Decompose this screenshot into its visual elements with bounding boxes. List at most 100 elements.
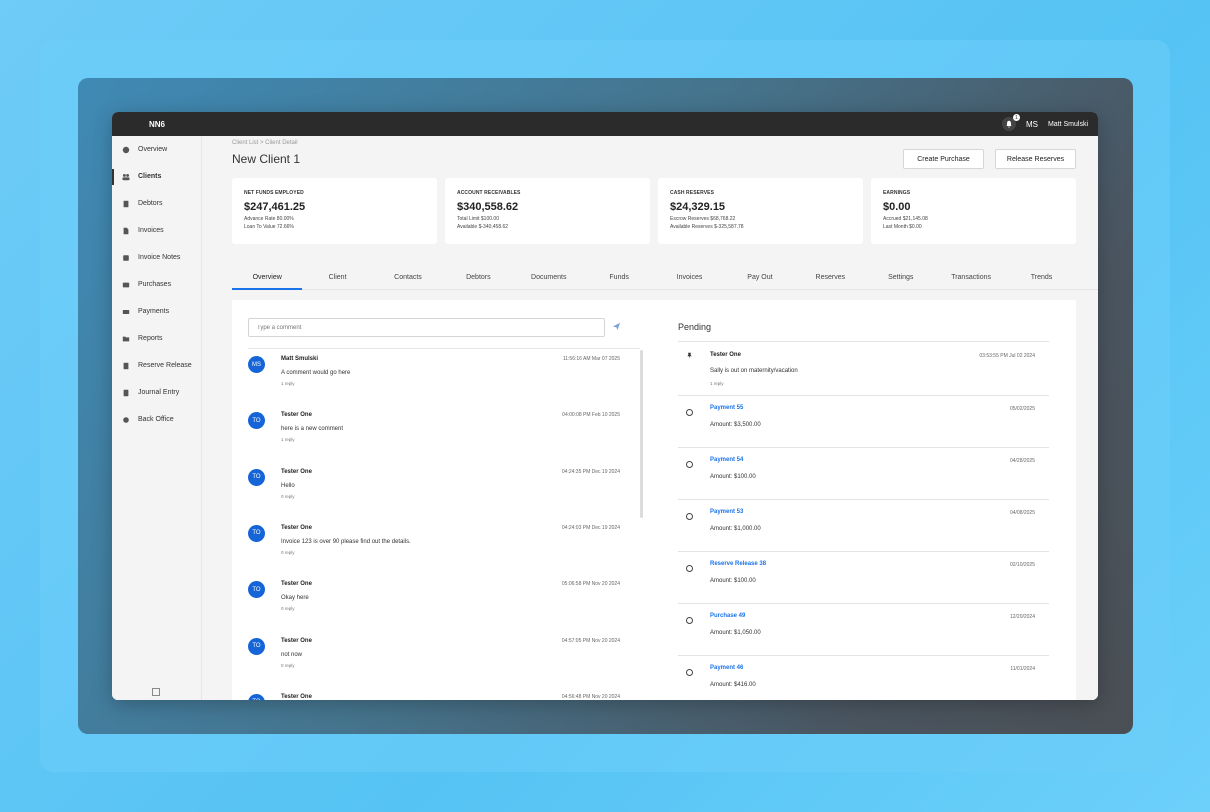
document-icon xyxy=(123,227,129,234)
avatar[interactable]: TO xyxy=(248,693,265,700)
sidebar-item-clients[interactable]: Clients xyxy=(112,163,201,190)
select-radio[interactable] xyxy=(686,669,693,676)
avatar[interactable]: MS xyxy=(248,356,265,373)
sidebar-item-label: Debtors xyxy=(138,200,163,207)
avatar[interactable]: TO xyxy=(248,468,265,486)
pending-item-link[interactable]: Purchase 49 xyxy=(710,613,745,619)
comment-item: TO Tester One 04:24:03 PM Dec 19 2024 Invoi… xyxy=(248,521,620,569)
pending-item[interactable]: Purchase 49 12/20/2024 Amount: $1,050.00 xyxy=(678,604,1049,656)
cash-reserves-card: CASH RESERVES $24,329.15 Escrow Reserves… xyxy=(658,178,863,244)
avatar[interactable]: TO xyxy=(248,412,265,430)
create-purchase-button[interactable]: Create Purchase xyxy=(903,149,984,169)
tab-pay-out[interactable]: Pay Out xyxy=(725,270,795,289)
select-radio[interactable] xyxy=(686,461,693,468)
note-author: Tester One xyxy=(710,352,741,358)
tab-transactions[interactable]: Transactions xyxy=(936,270,1006,289)
comment-reply-count[interactable]: 1 reply xyxy=(281,381,295,386)
pending-item-date: 02/10/2025 xyxy=(1009,562,1035,568)
release-reserves-button[interactable]: Release Reserves xyxy=(995,149,1076,169)
comments-scrollbar[interactable] xyxy=(640,350,643,518)
pending-item-link[interactable]: Payment 54 xyxy=(710,457,743,463)
select-radio[interactable] xyxy=(686,617,693,624)
tab-settings[interactable]: Settings xyxy=(866,270,936,289)
select-radio[interactable] xyxy=(686,513,693,520)
sidebar-item-invoice-notes[interactable]: Invoice Notes xyxy=(112,244,201,271)
tab-documents[interactable]: Documents xyxy=(514,270,584,289)
comment-text: not now xyxy=(281,651,303,658)
sidebar-item-label: Payments xyxy=(138,308,170,315)
comment-input[interactable] xyxy=(248,318,605,337)
comment-reply-count[interactable]: 0 reply xyxy=(281,606,295,611)
pending-item-date: 11/01/2024 xyxy=(1010,666,1035,672)
sidebar-item-overview[interactable]: Overview xyxy=(112,136,201,163)
app-logo[interactable]: NN6 xyxy=(149,120,165,129)
tab-invoices[interactable]: Invoices xyxy=(654,270,724,289)
card-icon xyxy=(122,309,130,314)
pending-item-link[interactable]: Reserve Release 38 xyxy=(710,561,766,567)
sidebar-item-reports[interactable]: Reports xyxy=(112,325,201,352)
comment-reply-count[interactable]: 0 reply xyxy=(281,550,295,555)
send-icon[interactable] xyxy=(612,322,621,331)
gear-icon xyxy=(123,416,129,423)
collapse-sidebar-icon[interactable] xyxy=(152,688,160,696)
note-text: Sally is out on maternity/vacation xyxy=(710,368,798,374)
user-name[interactable]: Matt Smulski xyxy=(1048,121,1088,128)
pending-item[interactable]: Payment 53 04/08/2025 Amount: $1,000.00 xyxy=(678,500,1049,552)
overview-panel: MS Matt Smulski 11:56:16 AM Mar 07 2025 A c… xyxy=(232,300,1076,700)
divider xyxy=(248,348,640,349)
comment-reply-count[interactable]: 0 reply xyxy=(281,494,295,499)
sidebar-item-label: Invoice Notes xyxy=(138,254,181,261)
pending-note[interactable]: Tester One 03:53:55 PM Jul 02 2024 Sally… xyxy=(678,343,1049,395)
pending-item[interactable]: Payment 46 11/01/2024 Amount: $416.00 xyxy=(678,656,1049,700)
notification-bell-icon[interactable]: 1 xyxy=(1001,114,1020,131)
comment-reply-count[interactable]: 1 reply xyxy=(281,437,295,442)
card-detail: Available $-340,458.62 xyxy=(457,224,509,230)
tab-reserves[interactable]: Reserves xyxy=(795,270,865,289)
pending-item[interactable]: Payment 55 05/02/2025 Amount: $3,500.00 xyxy=(678,396,1049,448)
main-content: Client List > Client Detail New Client 1… xyxy=(202,136,1098,700)
sidebar-item-purchases[interactable]: Purchases xyxy=(112,271,201,298)
tab-overview[interactable]: Overview xyxy=(232,270,303,290)
pending-item-link[interactable]: Payment 55 xyxy=(710,405,743,411)
note-reply-count[interactable]: 1 reply xyxy=(710,381,724,386)
pending-item-amount: Amount: $1,050.00 xyxy=(710,630,761,636)
comment-time: 11:56:16 AM Mar 07 2025 xyxy=(562,356,620,362)
tab-bar: Overview Client Contacts Debtors Documents Fu… xyxy=(232,270,1098,290)
pending-item-amount: Amount: $1,000.00 xyxy=(710,526,761,532)
pending-item-link[interactable]: Payment 46 xyxy=(710,665,743,671)
pending-item-amount: Amount: $416.00 xyxy=(710,682,756,688)
tab-client[interactable]: Client xyxy=(302,270,372,289)
card-detail: Loan To Value 72.66% xyxy=(244,224,294,230)
comment-time: 05:06:58 PM Nov 20 2024 xyxy=(561,581,620,588)
sidebar-item-journal-entry[interactable]: Journal Entry xyxy=(112,379,201,406)
tab-debtors[interactable]: Debtors xyxy=(443,270,513,289)
sidebar-item-back-office[interactable]: Back Office xyxy=(112,406,201,433)
breadcrumb[interactable]: Client List > Client Detail xyxy=(232,140,298,146)
tab-contacts[interactable]: Contacts xyxy=(373,270,443,289)
sidebar-item-label: Purchases xyxy=(138,281,172,288)
sidebar-item-invoices[interactable]: Invoices xyxy=(112,217,201,244)
sidebar-item-payments[interactable]: Payments xyxy=(112,298,201,325)
select-radio[interactable] xyxy=(686,409,693,416)
pending-item[interactable]: Reserve Release 38 02/10/2025 Amount: $100… xyxy=(678,552,1049,604)
tab-funds[interactable]: Funds xyxy=(584,270,654,289)
avatar[interactable]: TO xyxy=(248,581,265,599)
pending-item[interactable]: Payment 54 04/28/2025 Amount: $100.00 xyxy=(678,448,1049,500)
pending-item-link[interactable]: Payment 53 xyxy=(710,509,743,515)
sidebar-item-reserve-release[interactable]: Reserve Release xyxy=(112,352,201,379)
sidebar-item-debtors[interactable]: Debtors xyxy=(112,190,201,217)
avatar[interactable]: TO xyxy=(248,637,265,655)
avatar[interactable]: TO xyxy=(248,524,265,542)
comment-time: 04:56:48 PM Nov 20 2024 xyxy=(561,693,620,700)
tab-trends[interactable]: Trends xyxy=(1006,270,1076,289)
user-initials[interactable]: MS xyxy=(1026,120,1038,129)
select-radio[interactable] xyxy=(686,565,693,572)
comment-text: A comment would go here xyxy=(281,370,351,376)
comment-reply-count[interactable]: 0 reply xyxy=(281,663,295,668)
notification-count-badge: 1 xyxy=(1012,114,1020,121)
pin-icon[interactable] xyxy=(686,352,693,359)
pending-item-date: 04/08/2025 xyxy=(1009,510,1035,516)
card-label: NET FUNDS EMPLOYED xyxy=(244,190,304,196)
comment-author: Tester One xyxy=(281,693,312,700)
card-value: $24,329.15 xyxy=(670,201,726,213)
